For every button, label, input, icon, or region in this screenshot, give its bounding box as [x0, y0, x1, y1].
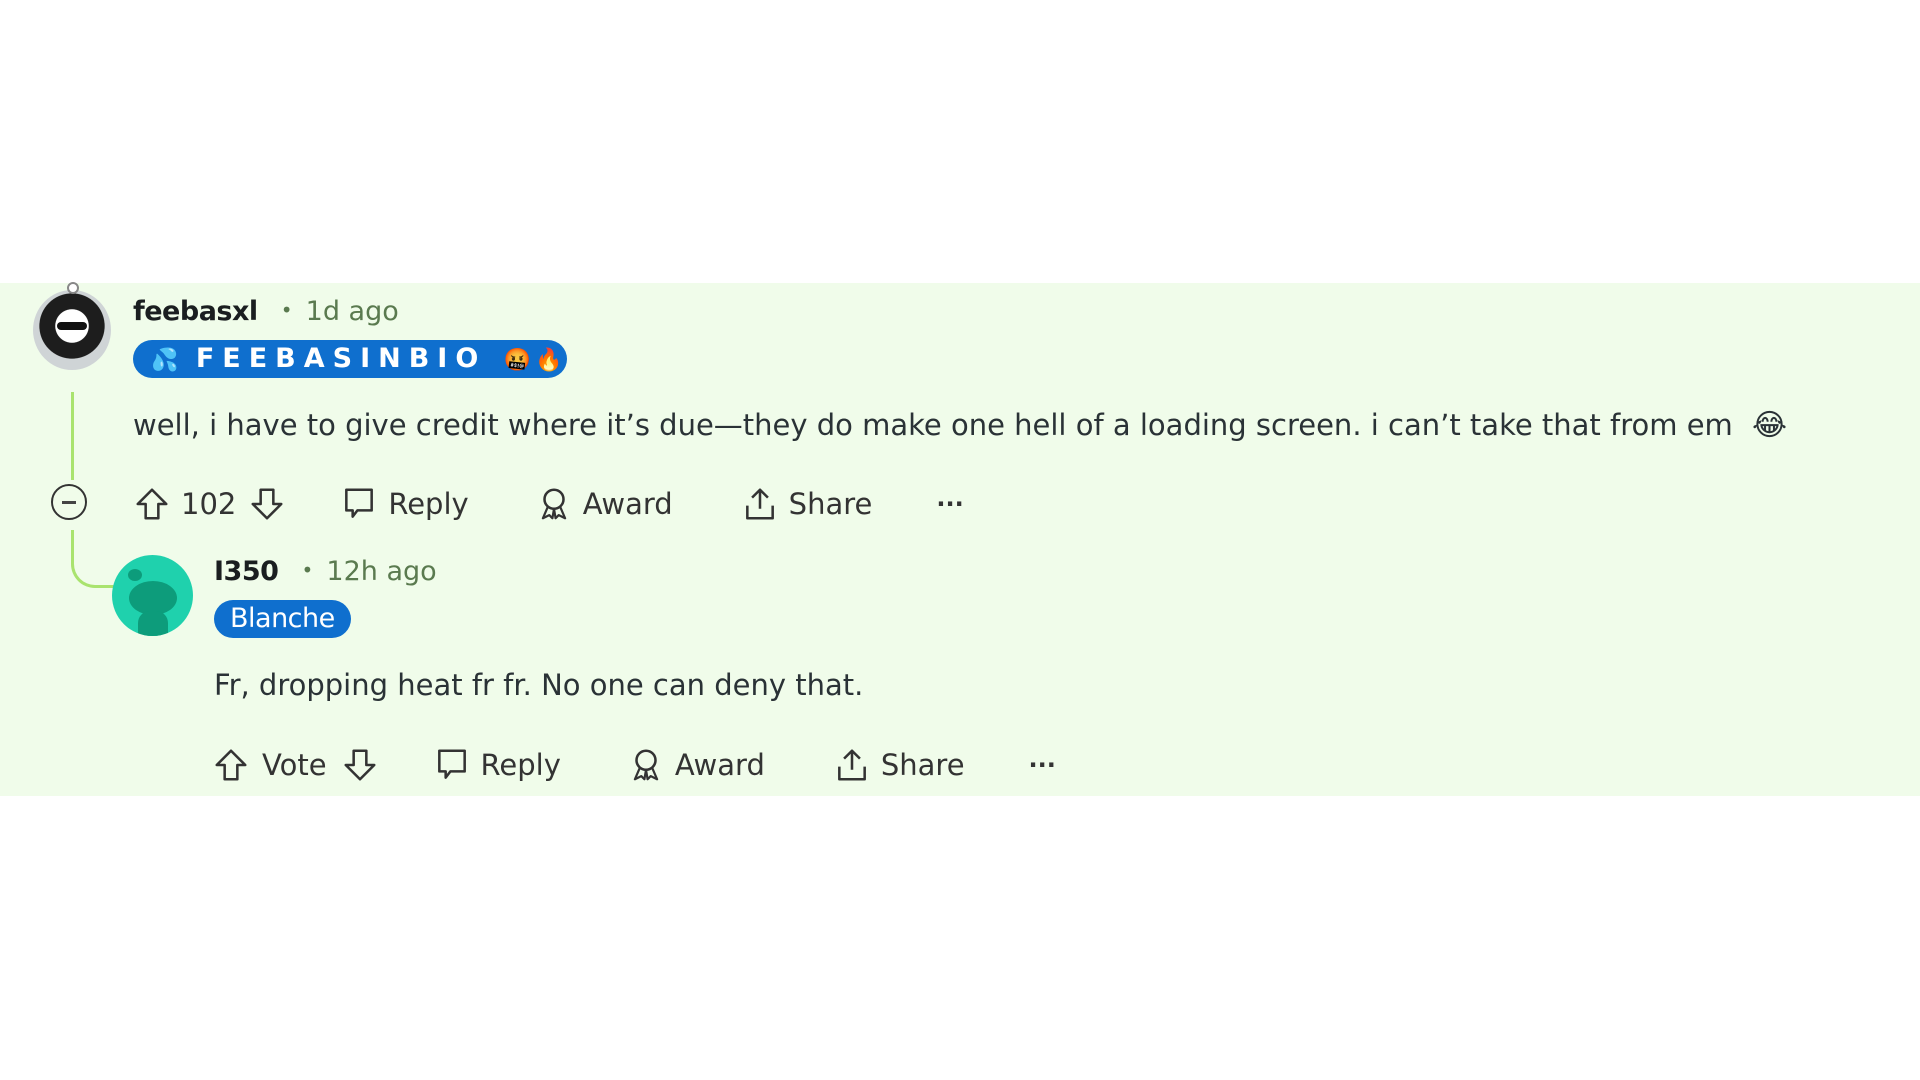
- avatar-head: [129, 581, 177, 615]
- award-label: Award: [582, 487, 673, 521]
- user-flair: 💦 FEEBASINBIO 🤬🔥: [133, 340, 567, 378]
- award-ribbon-icon: [541, 488, 566, 520]
- upvote-button[interactable]: [133, 485, 171, 523]
- thread-line[interactable]: [71, 392, 74, 480]
- reply-button[interactable]: Reply: [433, 746, 561, 784]
- comment-actions: Vote Reply Award Share ···: [212, 740, 1056, 790]
- vote-score: 102: [181, 487, 237, 521]
- comment-body: well, i have to give credit where it’s d…: [133, 408, 1787, 443]
- share-label: Share: [788, 487, 873, 521]
- laughing-tears-emoji: 😂: [1752, 408, 1788, 443]
- award-button[interactable]: Award: [627, 746, 765, 784]
- minus-icon: [62, 500, 76, 504]
- downvote-button[interactable]: [341, 746, 379, 784]
- upvote-arrow-icon: [215, 749, 247, 781]
- share-button[interactable]: Share: [741, 485, 873, 523]
- award-ribbon-icon: [633, 749, 659, 781]
- downvote-arrow-icon: [251, 488, 283, 520]
- vote-label: Vote: [262, 748, 327, 782]
- avatar-antenna: [128, 569, 142, 581]
- avatar-I350[interactable]: [112, 555, 193, 636]
- downvote-button[interactable]: [248, 485, 286, 523]
- upvote-arrow-icon: [136, 488, 168, 520]
- comment-bubble-icon: [345, 488, 374, 518]
- share-upload-icon: [745, 488, 774, 520]
- sweat-droplets-icon: 💦: [151, 348, 179, 373]
- avatar-sunglasses: [57, 322, 87, 330]
- upvote-button[interactable]: [212, 746, 250, 784]
- more-dots-icon: ···: [936, 490, 964, 518]
- comment-body: Fr, dropping heat fr fr. No one can deny…: [214, 668, 864, 702]
- share-button[interactable]: Share: [833, 746, 965, 784]
- more-options-button[interactable]: ···: [936, 490, 963, 518]
- flair-text: FEEBASINBIO: [195, 343, 487, 374]
- award-button[interactable]: Award: [535, 485, 673, 523]
- timestamp[interactable]: 12h ago: [326, 556, 436, 587]
- angry-fire-icons: 🤬🔥: [503, 348, 567, 373]
- user-flair: Blanche: [214, 600, 351, 638]
- reply-label: Reply: [388, 487, 469, 521]
- share-label: Share: [880, 748, 965, 782]
- more-options-button[interactable]: ···: [1029, 751, 1056, 779]
- avatar-body: [138, 611, 168, 636]
- share-upload-icon: [837, 749, 866, 781]
- award-label: Award: [674, 748, 765, 782]
- username[interactable]: I350: [214, 556, 279, 587]
- comment-actions: 102 Reply Award Share ···: [133, 479, 964, 529]
- separator-dot: •: [301, 558, 314, 582]
- avatar-antenna: [67, 282, 79, 294]
- reply-label: Reply: [480, 748, 561, 782]
- comment-header: feebasxl • 1d ago: [133, 296, 399, 327]
- separator-dot: •: [280, 298, 293, 322]
- username[interactable]: feebasxl: [133, 296, 258, 327]
- reply-button[interactable]: Reply: [340, 485, 469, 523]
- collapse-thread-button[interactable]: [51, 484, 87, 520]
- comment-bubble-icon: [437, 749, 466, 779]
- comment-text: well, i have to give credit where it’s d…: [133, 408, 1733, 442]
- more-dots-icon: ···: [1028, 751, 1056, 779]
- comment-header: I350 • 12h ago: [214, 556, 437, 587]
- avatar-feebasxl[interactable]: [33, 282, 111, 370]
- timestamp[interactable]: 1d ago: [306, 296, 399, 327]
- downvote-arrow-icon: [344, 749, 376, 781]
